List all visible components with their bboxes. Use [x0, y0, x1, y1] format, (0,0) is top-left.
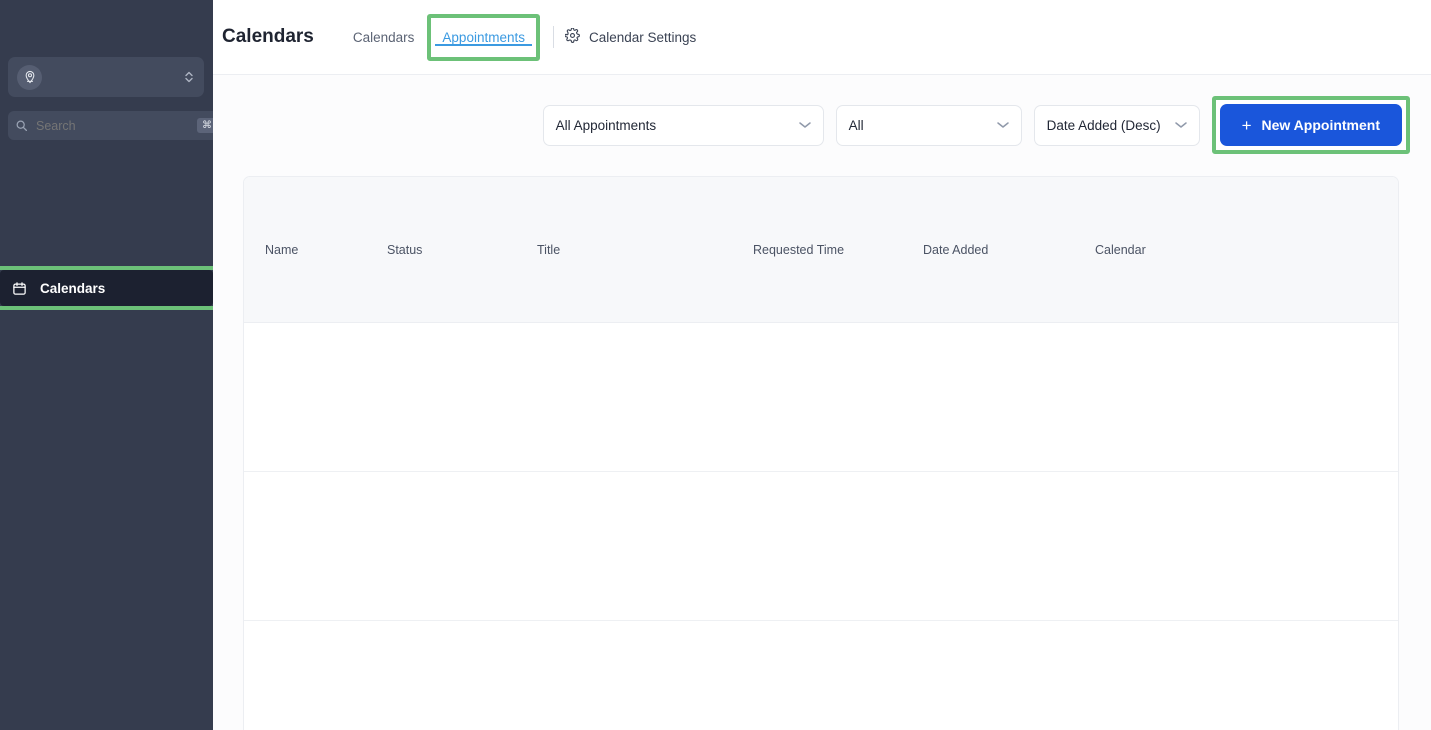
annotation-highlight-appointments-tab: Appointments: [427, 13, 540, 61]
plus-icon: +: [1241, 115, 1252, 135]
column-header-date-added[interactable]: Date Added: [923, 243, 1095, 257]
search-input-field[interactable]: [36, 118, 197, 133]
appointment-scope-select[interactable]: All Appointments: [542, 104, 824, 146]
appointment-scope-value: All Appointments: [555, 117, 657, 133]
new-appointment-button[interactable]: + New Appointment: [1219, 104, 1402, 146]
new-appointment-label: New Appointment: [1261, 117, 1380, 133]
main-content: Calendars Calendars Appointments Calenda…: [213, 0, 1431, 730]
app-root: ⌘ K Calendars: [0, 0, 1431, 730]
tab-calendars-label: Calendars: [352, 29, 415, 45]
tab-appointments[interactable]: Appointments: [431, 17, 536, 57]
location-pin-icon: [17, 64, 42, 90]
tab-divider: [552, 26, 554, 48]
chevron-up-down-icon: [183, 70, 195, 84]
column-header-status[interactable]: Status: [387, 243, 537, 257]
topbar: Calendars Calendars Appointments Calenda…: [213, 0, 1431, 75]
tab-calendar-settings-label: Calendar Settings: [588, 29, 697, 45]
table-row[interactable]: [244, 323, 1398, 472]
status-filter-value: All: [848, 117, 864, 133]
sort-select[interactable]: Date Added (Desc): [1033, 104, 1200, 146]
filter-bar: All Appointments All Date Added (Desc) +…: [213, 75, 1431, 175]
tab-calendars[interactable]: Calendars: [342, 0, 426, 74]
table-row[interactable]: [244, 472, 1398, 621]
chevron-down-icon: [798, 121, 811, 129]
sidebar-search-row: ⌘ K: [8, 111, 252, 140]
sidebar-nav: Calendars: [0, 266, 217, 310]
page-title: Calendars: [222, 26, 314, 47]
sort-value: Date Added (Desc): [1046, 117, 1161, 133]
tab-bar: Calendars Appointments Calendar Settings: [342, 0, 696, 74]
calendar-icon: [12, 281, 28, 296]
status-filter-select[interactable]: All: [835, 104, 1022, 146]
search-input[interactable]: ⌘ K: [8, 111, 234, 140]
table-row[interactable]: [244, 621, 1398, 730]
search-icon: [15, 119, 29, 132]
appointments-table: Name Status Title Requested Time Date Ad…: [243, 176, 1399, 730]
column-header-title[interactable]: Title: [537, 243, 753, 257]
column-header-calendar[interactable]: Calendar: [1095, 243, 1265, 257]
annotation-highlight-new-appointment: + New Appointment: [1211, 96, 1410, 154]
sidebar-item-label: Calendars: [40, 280, 106, 296]
workspace-switcher[interactable]: [8, 57, 204, 97]
sidebar-item-calendars[interactable]: Calendars: [0, 270, 213, 306]
annotation-highlight-sidebar-calendars: Calendars: [0, 266, 217, 310]
column-header-name[interactable]: Name: [244, 243, 387, 257]
gear-icon: [564, 27, 580, 46]
tab-appointments-label: Appointments: [442, 29, 525, 45]
sidebar: ⌘ K Calendars: [0, 0, 252, 730]
tab-calendar-settings[interactable]: Calendar Settings: [564, 27, 697, 46]
chevron-down-icon: [996, 121, 1009, 129]
column-header-requested-time[interactable]: Requested Time: [753, 243, 923, 257]
table-header-row: Name Status Title Requested Time Date Ad…: [244, 177, 1398, 323]
chevron-down-icon: [1174, 121, 1187, 129]
